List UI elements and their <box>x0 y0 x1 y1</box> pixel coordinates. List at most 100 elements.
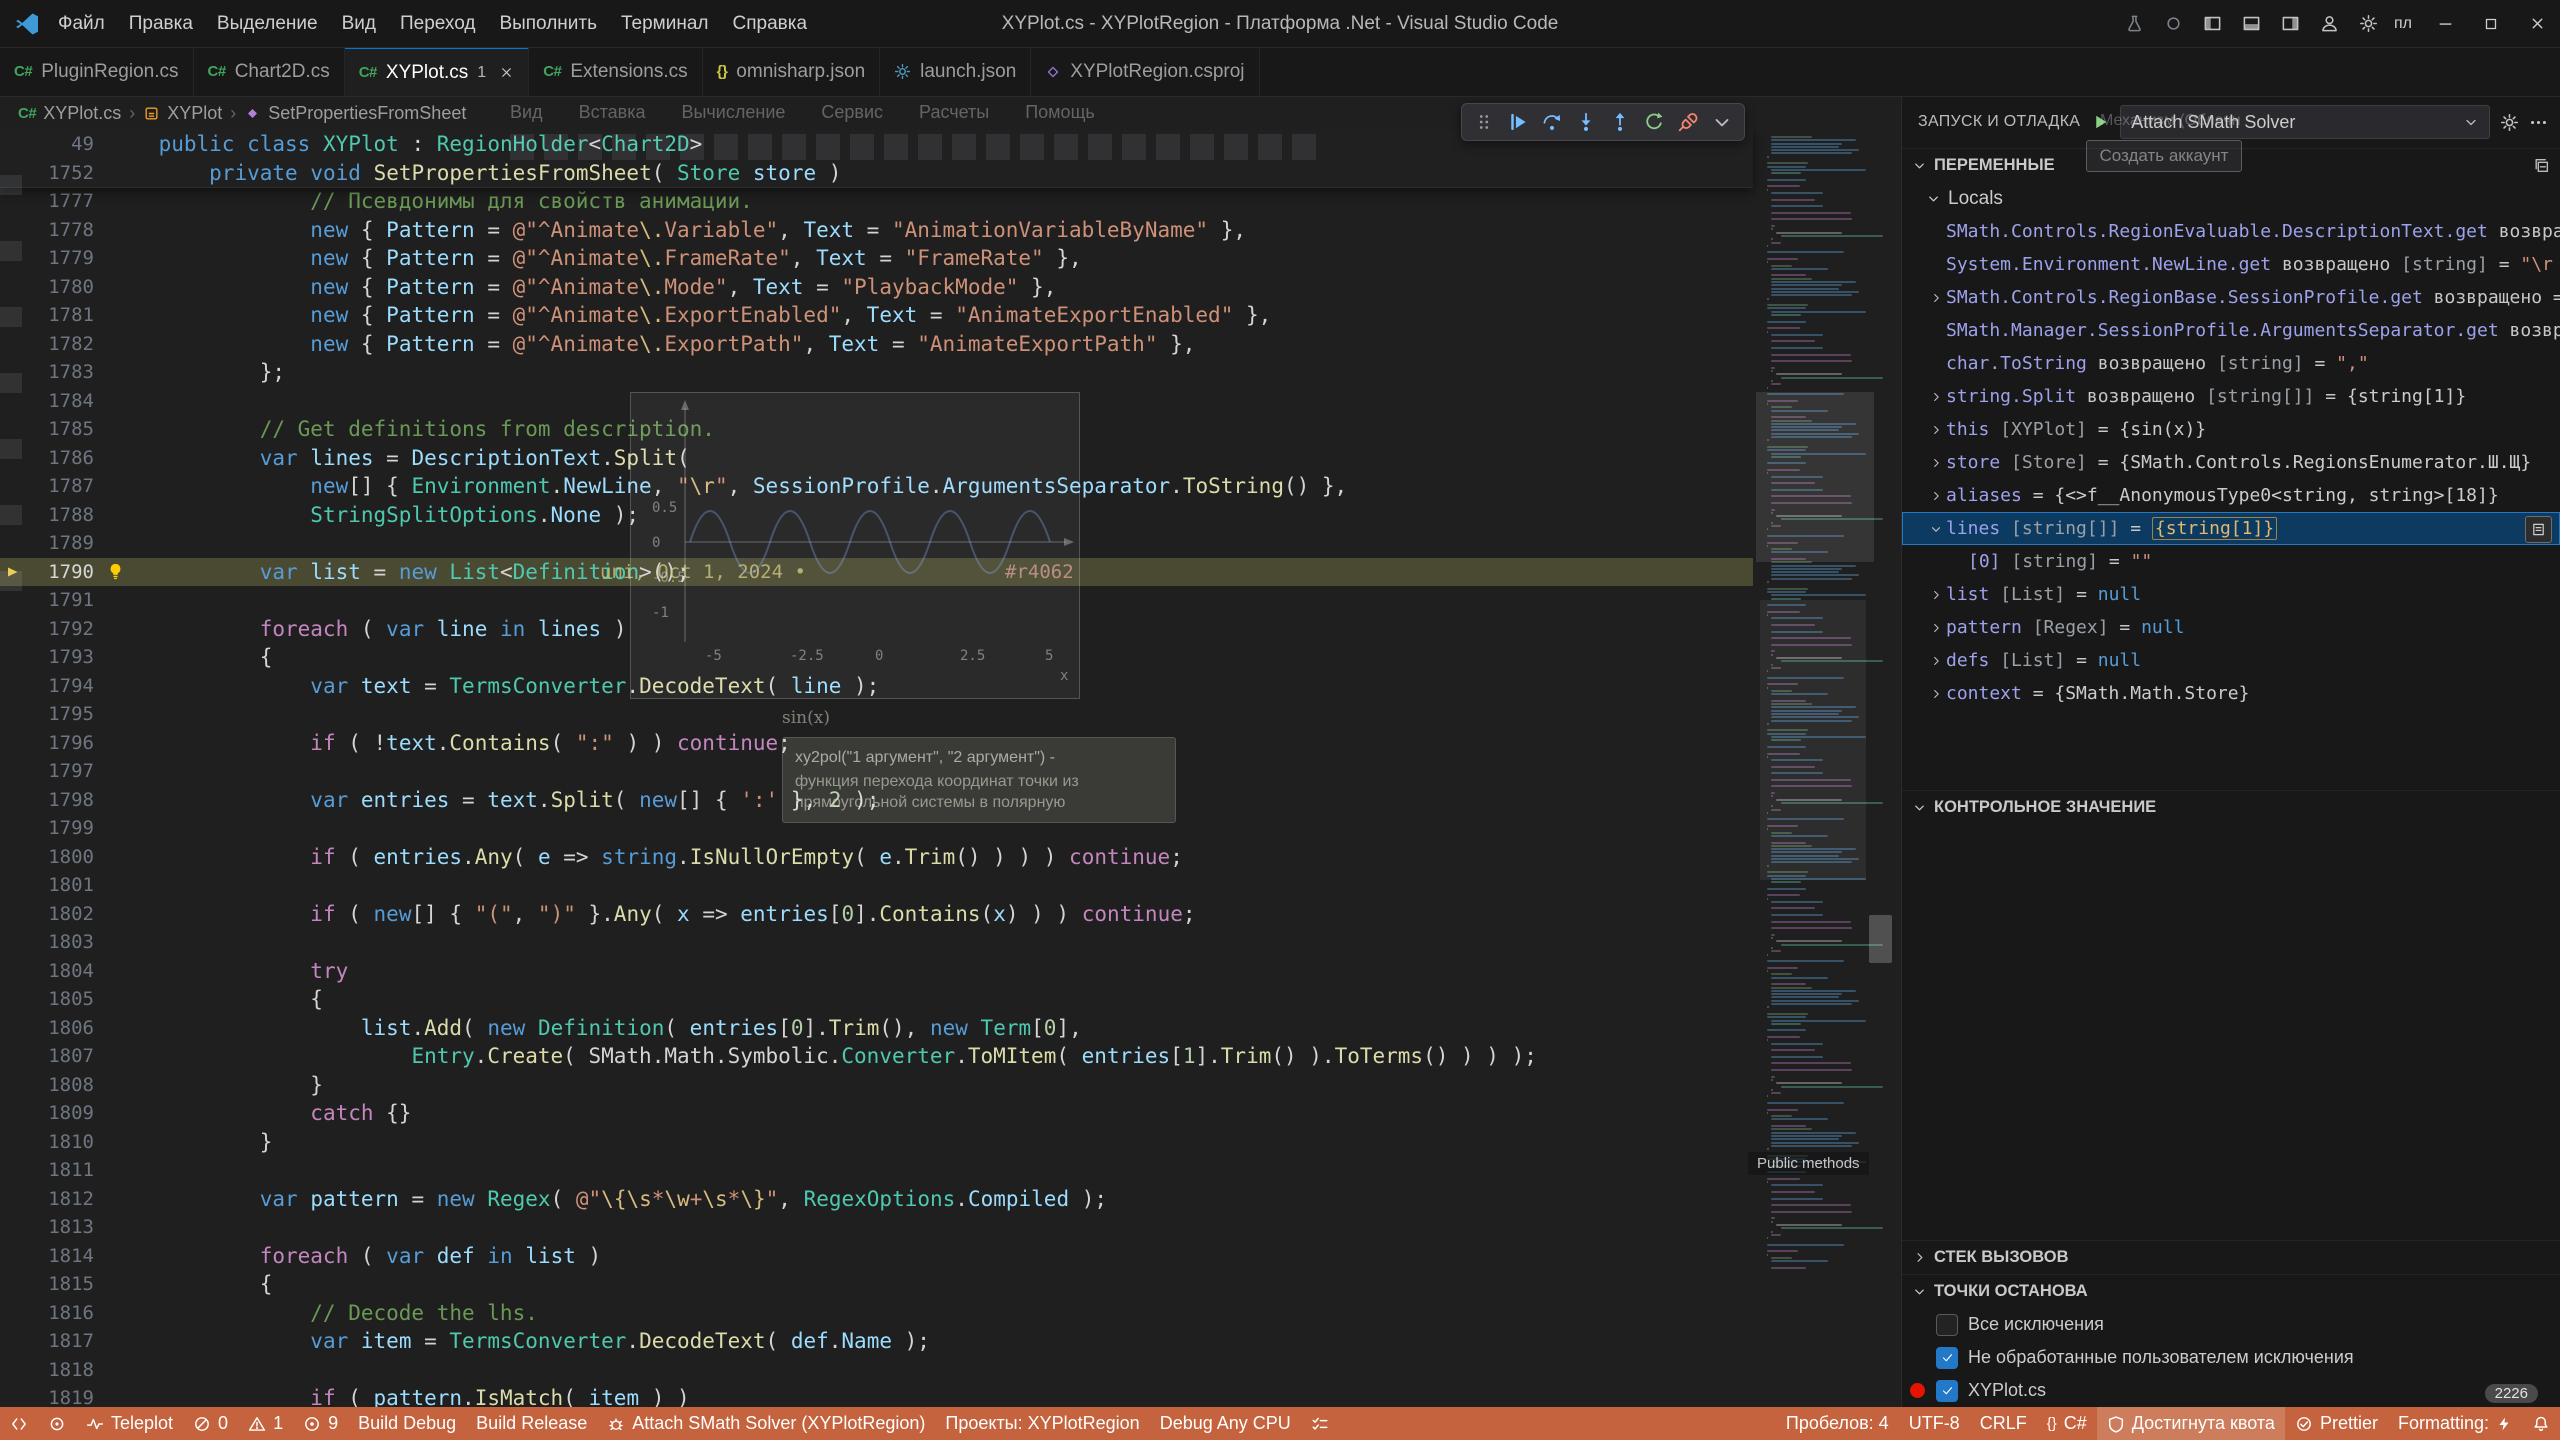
code-text[interactable]: { <box>108 643 272 672</box>
breakpoint-margin[interactable] <box>0 501 26 530</box>
code-line[interactable]: 1786 var lines = DescriptionText.Split( <box>0 444 1753 473</box>
breakpoint-margin[interactable] <box>0 1242 26 1271</box>
chevron-right-icon[interactable] <box>1926 390 1946 404</box>
scrollbar-slider[interactable] <box>1869 915 1892 963</box>
code-line[interactable]: 1811 <box>0 1156 1753 1185</box>
code-text[interactable]: foreach ( var def in list ) <box>108 1242 601 1271</box>
breakpoint-margin[interactable] <box>0 928 26 957</box>
code-line[interactable]: 1781 new { Pattern = @"^Animate\.ExportE… <box>0 301 1753 330</box>
breakpoint-margin[interactable] <box>0 957 26 986</box>
line-number[interactable]: 1777 <box>26 187 94 216</box>
tab-xyplot-cs[interactable]: C#XYPlot.cs1 <box>345 47 529 96</box>
target-indicator[interactable] <box>38 1407 76 1440</box>
line-number[interactable]: 1792 <box>26 615 94 644</box>
close-icon[interactable] <box>499 65 514 80</box>
variable-row[interactable]: char.ToString возвращено [string] = "," <box>1902 347 2560 380</box>
menu-item[interactable]: Выделение <box>205 0 330 47</box>
breadcrumb-item[interactable]: XYPlot <box>143 103 222 124</box>
code-line[interactable]: 1783 }; <box>0 358 1753 387</box>
variable-row[interactable]: SMath.Manager.SessionProfile.ArgumentsSe… <box>1902 314 2560 347</box>
breakpoint-margin[interactable] <box>0 1299 26 1328</box>
menu-item[interactable]: Терминал <box>609 0 721 47</box>
code-text[interactable]: if ( new[] { "(", ")" }.Any( x => entrie… <box>108 900 1196 929</box>
breakpoint-margin[interactable] <box>0 871 26 900</box>
chev-down-icon[interactable] <box>1707 107 1737 137</box>
formatting[interactable]: Formatting: <box>2388 1407 2522 1440</box>
breakpoint-margin[interactable] <box>0 472 26 501</box>
code-line[interactable]: 1788 StringSplitOptions.None ); <box>0 501 1753 530</box>
close-button[interactable] <box>2514 0 2560 47</box>
breakpoint-margin[interactable] <box>0 330 26 359</box>
code-line[interactable]: 1813 <box>0 1213 1753 1242</box>
line-number[interactable]: 1815 <box>26 1270 94 1299</box>
code-line[interactable]: 1816 // Decode the lhs. <box>0 1299 1753 1328</box>
code-text[interactable]: var text = TermsConverter.DecodeText( li… <box>108 672 879 701</box>
code-line[interactable]: 1794 var text = TermsConverter.DecodeTex… <box>0 672 1753 701</box>
variable-row[interactable]: defs [List] = null <box>1902 644 2560 677</box>
chevron-down-icon[interactable] <box>1926 522 1946 536</box>
scope-locals[interactable]: Locals <box>1902 182 2560 215</box>
menu-item[interactable]: Справка <box>721 0 820 47</box>
code-text[interactable]: list.Add( new Definition( entries[0].Tri… <box>108 1014 1082 1043</box>
chevron-right-icon[interactable] <box>1926 687 1946 701</box>
line-number[interactable]: 1797 <box>26 757 94 786</box>
code-line[interactable]: 1814 foreach ( var def in list ) <box>0 1242 1753 1271</box>
code-line[interactable]: 1817 var item = TermsConverter.DecodeTex… <box>0 1327 1753 1356</box>
code-text[interactable]: StringSplitOptions.None ); <box>108 501 639 530</box>
variable-row[interactable]: System.Environment.NewLine.get возвращен… <box>1902 248 2560 281</box>
line-number[interactable]: 1801 <box>26 871 94 900</box>
prettier[interactable]: Prettier <box>2285 1407 2388 1440</box>
breakpoint-margin[interactable] <box>0 444 26 473</box>
open-data-view-icon[interactable] <box>2525 516 2552 543</box>
breakpoint-margin[interactable] <box>0 700 26 729</box>
code-line[interactable]: 1809 catch {} <box>0 1099 1753 1128</box>
code-line[interactable]: 1785 // Get definitions from description… <box>0 415 1753 444</box>
line-number[interactable]: 1798 <box>26 786 94 815</box>
lightbulb-icon[interactable] <box>106 562 125 581</box>
code-line[interactable]: 1778 new { Pattern = @"^Animate\.Variabl… <box>0 216 1753 245</box>
tab-extensions-cs[interactable]: C#Extensions.cs <box>529 47 702 96</box>
code-text[interactable]: new { Pattern = @"^Animate\.Mode", Text … <box>108 273 1056 302</box>
line-number[interactable]: 1808 <box>26 1071 94 1100</box>
sticky-line[interactable]: 1752 private void SetPropertiesFromSheet… <box>0 159 1753 188</box>
eol[interactable]: CRLF <box>1970 1407 2037 1440</box>
line-number[interactable]: 1784 <box>26 387 94 416</box>
step-out-icon[interactable] <box>1605 107 1635 137</box>
line-number[interactable]: 1796 <box>26 729 94 758</box>
line-number[interactable]: 1810 <box>26 1128 94 1157</box>
code-text[interactable]: public class XYPlot : RegionHolder<Chart… <box>108 130 702 159</box>
code-editor[interactable]: 49 public class XYPlot : RegionHolder<Ch… <box>0 130 1901 1407</box>
line-number[interactable]: 1817 <box>26 1327 94 1356</box>
breakpoint-margin[interactable] <box>0 1014 26 1043</box>
breakpoint-margin[interactable] <box>0 130 26 159</box>
code-line[interactable]: 1808 } <box>0 1071 1753 1100</box>
extension-counter[interactable]: 9 <box>293 1407 348 1440</box>
code-text[interactable]: var lines = DescriptionText.Split( <box>108 444 690 473</box>
code-line[interactable]: 1806 list.Add( new Definition( entries[0… <box>0 1014 1753 1043</box>
line-number[interactable]: 1811 <box>26 1156 94 1185</box>
code-text[interactable]: { <box>108 985 323 1014</box>
breakpoint-checkbox[interactable] <box>1936 1347 1958 1369</box>
step-into-icon[interactable] <box>1571 107 1601 137</box>
debug-config-select[interactable]: Attach SMath Solver <box>2120 105 2490 139</box>
code-text[interactable]: var pattern = new Regex( @"\{\s*\w+\s*\}… <box>108 1185 1107 1214</box>
code-text[interactable]: var item = TermsConverter.DecodeText( de… <box>108 1327 930 1356</box>
breakpoint-checkbox[interactable] <box>1936 1380 1958 1402</box>
chevron-right-icon[interactable] <box>1926 588 1946 602</box>
task-build-release[interactable]: Build Release <box>466 1407 597 1440</box>
line-number[interactable]: 1800 <box>26 843 94 872</box>
menu-item[interactable]: Переход <box>388 0 487 47</box>
line-number[interactable]: 1813 <box>26 1213 94 1242</box>
breakpoint-margin[interactable] <box>0 1270 26 1299</box>
breakpoint-margin[interactable] <box>0 415 26 444</box>
breakpoint-row[interactable]: Не обработанные пользователем исключения <box>1902 1341 2560 1374</box>
more-actions-icon[interactable] <box>2529 113 2548 132</box>
code-line[interactable]: 1780 new { Pattern = @"^Animate\.Mode", … <box>0 273 1753 302</box>
breakpoint-margin[interactable] <box>0 985 26 1014</box>
maximize-button[interactable] <box>2468 0 2514 47</box>
breakpoint-margin[interactable] <box>0 1071 26 1100</box>
code-line[interactable]: 1798 var entries = text.Split( new[] { '… <box>0 786 1753 815</box>
line-number[interactable]: 1818 <box>26 1356 94 1385</box>
code-line[interactable]: 1801 <box>0 871 1753 900</box>
code-area[interactable]: 1777 // Псевдонимы для свойств анимации.… <box>0 187 1753 1407</box>
